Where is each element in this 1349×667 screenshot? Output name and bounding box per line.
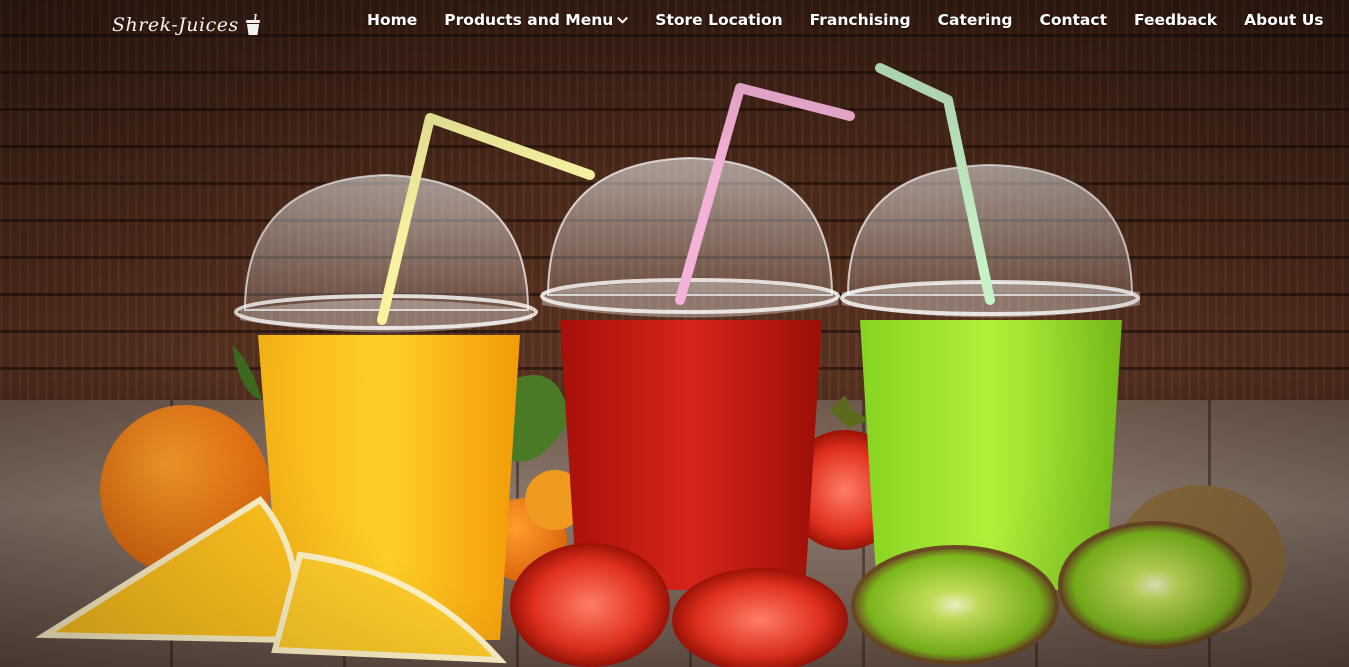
nav-home[interactable]: Home [367, 11, 417, 29]
juice-cup-icon [245, 14, 260, 35]
nav-store-location-label: Store Location [655, 11, 783, 29]
brand-logo-text: Shrek-Juices [112, 14, 239, 36]
chevron-down-icon [617, 16, 628, 23]
nav-about-us-label: About Us [1244, 11, 1324, 29]
nav-products-label: Products and Menu [444, 11, 614, 29]
nav-home-label: Home [367, 11, 418, 29]
nav-links: Home Products and Menu Store Location Fr… [367, 11, 1324, 29]
nav-feedback-label: Feedback [1133, 11, 1218, 29]
nav-catering[interactable]: Catering [938, 11, 1013, 29]
nav-franchising-label: Franchising [809, 11, 911, 29]
nav-catering-label: Catering [937, 11, 1013, 29]
nav-products-and-menu[interactable]: Products and Menu [444, 11, 628, 29]
top-navbar: Shrek-Juices Home Products and Menu Stor… [0, 0, 1349, 44]
nav-feedback[interactable]: Feedback [1134, 11, 1217, 29]
nav-contact[interactable]: Contact [1039, 11, 1107, 29]
nav-about-us[interactable]: About Us [1244, 11, 1323, 29]
hero-image [34, 63, 1285, 667]
nav-store-location[interactable]: Store Location [655, 11, 782, 29]
nav-franchising[interactable]: Franchising [810, 11, 911, 29]
brand-logo[interactable]: Shrek-Juices [112, 14, 261, 36]
hero-banner: Shrek-Juices Home Products and Menu Stor… [0, 0, 1349, 667]
nav-contact-label: Contact [1039, 11, 1107, 29]
